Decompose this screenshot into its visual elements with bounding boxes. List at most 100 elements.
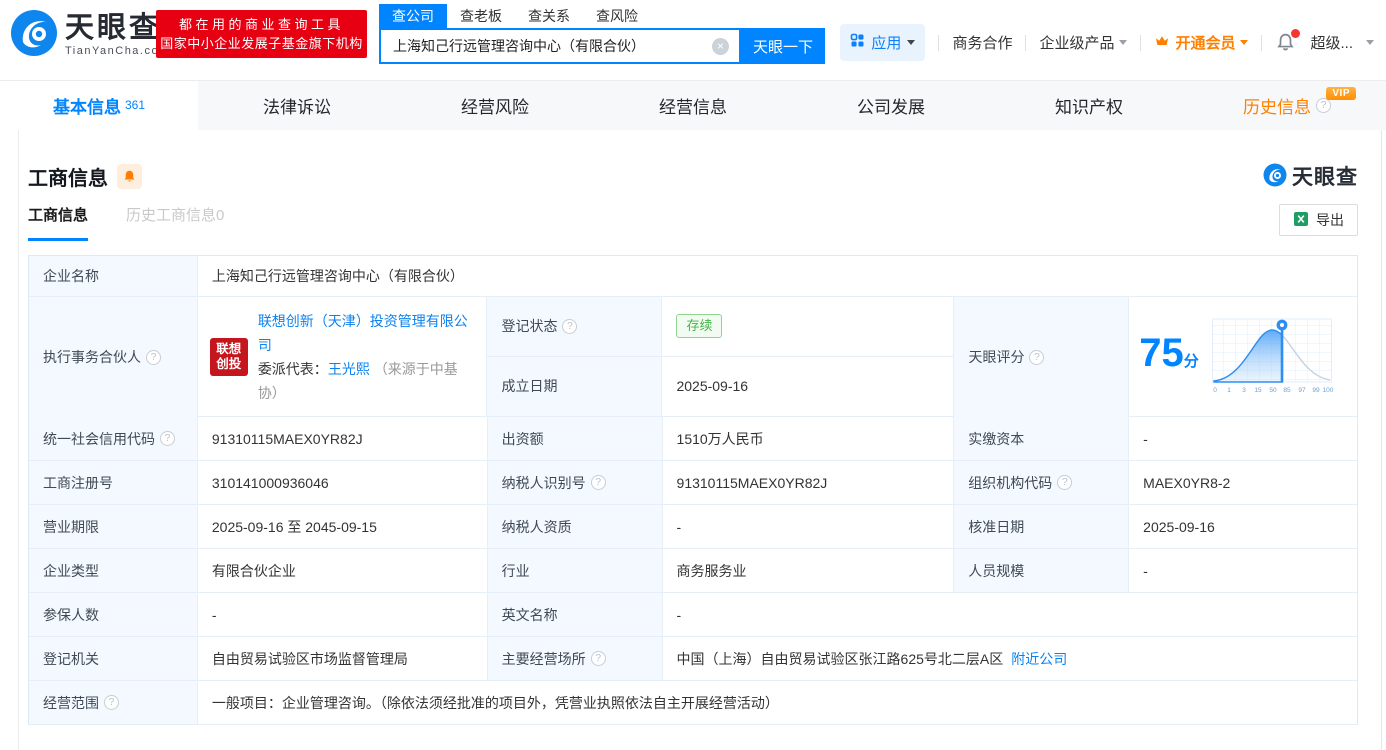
apps-label: 应用 [871, 35, 902, 52]
export-button[interactable]: 导出 [1279, 204, 1358, 236]
scrollbar-track[interactable] [1381, 130, 1382, 750]
search-box: × [379, 28, 741, 64]
subtab-history-business-info[interactable]: 历史工商信息0 [126, 204, 224, 238]
credit-code-value: 91310115MAEX0YR82J [198, 417, 488, 460]
tianyancha-swirl-icon [1263, 163, 1287, 190]
taxpayer-id-value: 91310115MAEX0YR82J [663, 461, 955, 504]
notifications-bell-icon[interactable] [1275, 28, 1301, 54]
scope-label: 经营范围 [43, 694, 99, 711]
field-label: 主要经营场所 ? [487, 637, 663, 680]
tab-basic-info-label: 基本信息 [52, 98, 121, 117]
section-title: 工商信息 [28, 167, 108, 190]
insured-count-value: - [198, 593, 488, 636]
clear-search-icon[interactable]: × [712, 37, 729, 55]
field-label: 参保人数 [29, 593, 198, 636]
caret-down-icon [1119, 40, 1128, 45]
tab-operation-info[interactable]: 经营信息 [594, 81, 792, 130]
lenovo-capital-logo: 联想 创投 [209, 338, 248, 376]
nav-cooperation[interactable]: 商务合作 [952, 32, 1012, 53]
svg-text:15: 15 [1254, 387, 1262, 394]
page-left-border [18, 130, 19, 750]
monitor-bell-icon[interactable] [117, 163, 142, 189]
help-icon[interactable]: ? [1029, 349, 1045, 365]
help-icon[interactable]: ? [146, 349, 161, 365]
subtab-business-info[interactable]: 工商信息 [28, 204, 89, 241]
table-row: 参保人数 - 英文名称 - [29, 593, 1357, 637]
nav-enterprise[interactable]: 企业级产品 [1039, 32, 1128, 53]
taxpayer-id-label: 纳税人识别号 [501, 474, 586, 491]
field-label: 经营范围 ? [29, 681, 198, 724]
promo-line2: 国家中小企业发展子基金旗下机构 [160, 36, 363, 51]
help-icon[interactable]: ? [1316, 98, 1331, 113]
logo-line2: 创投 [216, 357, 242, 371]
search-area: 查公司 查老板 查关系 查风险 × 天眼一下 [379, 4, 825, 64]
nav-divider [1261, 34, 1263, 51]
field-label: 企业类型 [29, 549, 198, 592]
field-label: 企业名称 [29, 256, 198, 296]
promo-line1: 都在用的商业查询工具 [178, 17, 344, 32]
search-button[interactable]: 天眼一下 [741, 28, 825, 64]
field-label: 登记状态 ? [487, 297, 663, 356]
approval-date-value: 2025-09-16 [1143, 518, 1215, 535]
field-label: 执行事务合伙人 ? [29, 297, 198, 417]
promo-banner: 都在用的商业查询工具 国家中小企业发展子基金旗下机构 [156, 10, 367, 58]
field-label: 组织机构代码 ? [954, 461, 1130, 504]
partner-cell: 联想 创投 联想创新（天津）投资管理有限公司 委派代表：王光熙 （来源于中基协） [198, 297, 488, 417]
field-label: 成立日期 [487, 356, 663, 416]
header: 天眼查 TianYanCha.com 都在用的商业查询工具 国家中小企业发展子基… [0, 0, 1386, 80]
nav-open-vip[interactable]: 开通会员 [1154, 32, 1249, 53]
taxpayer-quality-value: - [663, 505, 955, 548]
nearby-companies-link[interactable]: 附近公司 [1011, 649, 1067, 669]
search-tab-company[interactable]: 查公司 [379, 4, 447, 28]
english-name-value: - [676, 606, 682, 623]
field-label: 登记机关 [29, 637, 198, 680]
help-icon[interactable]: ? [160, 431, 175, 446]
brand-name: 天眼查 [65, 11, 162, 44]
tianyancha-swirl-icon [10, 9, 58, 60]
svg-text:97: 97 [1298, 387, 1306, 394]
caret-down-icon [1366, 40, 1374, 45]
help-icon[interactable]: ? [590, 475, 606, 490]
subtabs: 工商信息 历史工商信息0 导出 [28, 204, 1358, 244]
nav-super-label: 超级... [1310, 35, 1353, 52]
svg-text:0: 0 [1213, 387, 1217, 394]
tab-basic-info[interactable]: 基本信息 361 [0, 81, 198, 130]
score-label: 天眼评分 [968, 349, 1025, 365]
tab-legal[interactable]: 法律诉讼 [198, 81, 396, 130]
search-tab-risk[interactable]: 查风险 [583, 4, 651, 28]
partner-company-link[interactable]: 联想创新（天津）投资管理有限公司 [258, 313, 468, 353]
company-type-value: 有限合伙企业 [198, 549, 488, 592]
search-tab-relation[interactable]: 查关系 [515, 4, 583, 28]
tab-intellectual-property[interactable]: 知识产权 [990, 81, 1188, 130]
score-unit: 分 [1183, 352, 1199, 370]
status-badge: 存续 [676, 314, 723, 339]
tab-history-info[interactable]: VIP 历史信息 ? [1188, 81, 1386, 130]
logo-line1: 联想 [216, 342, 242, 356]
help-icon[interactable]: ? [1057, 475, 1073, 490]
tianyancha-logo[interactable]: 天眼查 TianYanCha.com [10, 9, 170, 60]
rep-label: 委派代表： [257, 361, 328, 377]
help-icon[interactable]: ? [590, 651, 606, 666]
search-tab-boss[interactable]: 查老板 [447, 4, 515, 28]
brand-domain: TianYanCha.com [65, 44, 170, 57]
tab-company-development-label: 公司发展 [857, 98, 925, 117]
tab-operation-risk[interactable]: 经营风险 [396, 81, 594, 130]
tab-operation-risk-label: 经营风险 [461, 98, 529, 117]
help-icon[interactable]: ? [562, 318, 578, 334]
search-input[interactable] [381, 38, 712, 54]
tab-history-info-label: 历史信息 [1243, 98, 1311, 117]
rep-name-link[interactable]: 王光熙 [328, 361, 370, 377]
header-nav: 应用 商务合作 企业级产品 开通会员 超级... [840, 24, 1374, 61]
field-label: 工商注册号 [29, 461, 198, 504]
notification-dot [1291, 28, 1301, 38]
svg-text:3: 3 [1242, 387, 1246, 394]
section-header: 工商信息 天眼查 [28, 161, 1358, 191]
paid-capital-value: - [1143, 430, 1148, 447]
field-label: 行业 [487, 549, 663, 592]
vip-badge: VIP [1326, 87, 1356, 100]
apps-menu[interactable]: 应用 [840, 24, 926, 61]
watermark-brand: 天眼查 [1292, 166, 1358, 189]
tab-company-development[interactable]: 公司发展 [792, 81, 990, 130]
help-icon[interactable]: ? [104, 695, 119, 710]
nav-super-vip[interactable]: 超级... [1310, 32, 1353, 53]
